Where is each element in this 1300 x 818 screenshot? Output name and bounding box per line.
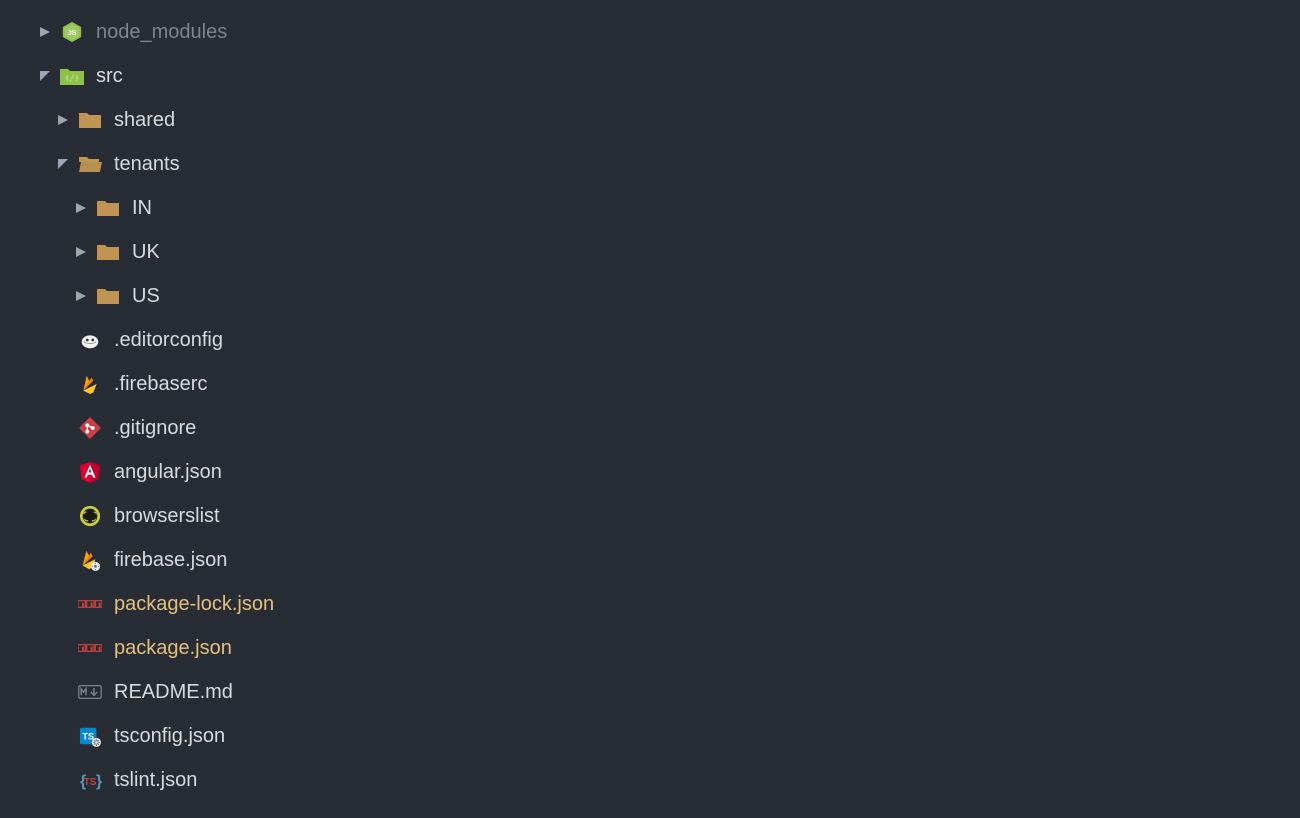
svg-text:JS: JS (68, 28, 77, 37)
src-folder-icon (60, 64, 84, 88)
tree-item[interactable]: US (0, 274, 1300, 318)
tree-item[interactable]: src (0, 54, 1300, 98)
chevron-placeholder (56, 509, 70, 523)
firebase-json-icon (78, 548, 102, 572)
tree-item-label: US (132, 285, 160, 308)
chevron-down-icon[interactable] (38, 69, 52, 83)
chevron-placeholder (56, 641, 70, 655)
tree-item-label: UK (132, 241, 160, 264)
tree-item-label: IN (132, 197, 152, 220)
tree-item[interactable]: browserslist (0, 494, 1300, 538)
tree-item[interactable]: firebase.json (0, 538, 1300, 582)
tree-item[interactable]: package-lock.json (0, 582, 1300, 626)
chevron-down-icon[interactable] (56, 157, 70, 171)
chevron-placeholder (56, 421, 70, 435)
chevron-right-icon[interactable] (74, 289, 88, 303)
tree-item-label: tsconfig.json (114, 725, 225, 748)
nodejs-icon: JS (60, 20, 84, 44)
tree-item-label: .gitignore (114, 417, 196, 440)
tree-item[interactable]: JS node_modules (0, 10, 1300, 54)
chevron-right-icon[interactable] (74, 201, 88, 215)
angular-icon (78, 460, 102, 484)
markdown-icon (78, 680, 102, 704)
tree-item[interactable]: IN (0, 186, 1300, 230)
tree-item[interactable]: .editorconfig (0, 318, 1300, 362)
npm-icon (78, 592, 102, 616)
tree-item-label: package-lock.json (114, 593, 274, 616)
firebase-icon (78, 372, 102, 396)
tree-item-label: tenants (114, 153, 180, 176)
tree-item-label: firebase.json (114, 549, 227, 572)
chevron-placeholder (56, 729, 70, 743)
tree-item[interactable]: package.json (0, 626, 1300, 670)
tree-item[interactable]: .gitignore (0, 406, 1300, 450)
chevron-right-icon[interactable] (74, 245, 88, 259)
chevron-placeholder (56, 465, 70, 479)
editorconfig-icon (78, 328, 102, 352)
tsconfig-icon: TS (78, 724, 102, 748)
chevron-placeholder (56, 333, 70, 347)
git-icon (78, 416, 102, 440)
chevron-placeholder (56, 685, 70, 699)
chevron-placeholder (56, 377, 70, 391)
tree-item-label: .firebaserc (114, 373, 207, 396)
svg-text:}: } (96, 773, 102, 790)
tree-item-label: tslint.json (114, 769, 197, 792)
tree-item-label: .editorconfig (114, 329, 223, 352)
folder-open-icon (78, 152, 102, 176)
tree-item[interactable]: tenants (0, 142, 1300, 186)
file-tree: JS node_modulessrc shared tenants IN UK US .edi… (0, 10, 1300, 802)
tree-item[interactable]: UK (0, 230, 1300, 274)
browserslist-icon (78, 504, 102, 528)
tree-item[interactable]: shared (0, 98, 1300, 142)
tree-item-label: angular.json (114, 461, 222, 484)
tree-item-label: README.md (114, 681, 233, 704)
npm-icon (78, 636, 102, 660)
chevron-placeholder (56, 553, 70, 567)
folder-closed-icon (96, 196, 120, 220)
tree-item-label: package.json (114, 637, 232, 660)
tree-item-label: node_modules (96, 21, 227, 44)
tree-item[interactable]: {}TS tslint.json (0, 758, 1300, 802)
svg-text:TS: TS (82, 732, 94, 742)
chevron-right-icon[interactable] (38, 25, 52, 39)
tree-item-label: browserslist (114, 505, 220, 528)
tree-item[interactable]: README.md (0, 670, 1300, 714)
folder-closed-icon (78, 108, 102, 132)
svg-text:TS: TS (84, 777, 97, 788)
tree-item[interactable]: angular.json (0, 450, 1300, 494)
folder-closed-icon (96, 284, 120, 308)
tree-item-label: src (96, 65, 123, 88)
chevron-placeholder (56, 597, 70, 611)
folder-closed-icon (96, 240, 120, 264)
tree-item[interactable]: TS tsconfig.json (0, 714, 1300, 758)
tree-item[interactable]: .firebaserc (0, 362, 1300, 406)
chevron-placeholder (56, 773, 70, 787)
tslint-icon: {}TS (78, 768, 102, 792)
chevron-right-icon[interactable] (56, 113, 70, 127)
tree-item-label: shared (114, 109, 175, 132)
